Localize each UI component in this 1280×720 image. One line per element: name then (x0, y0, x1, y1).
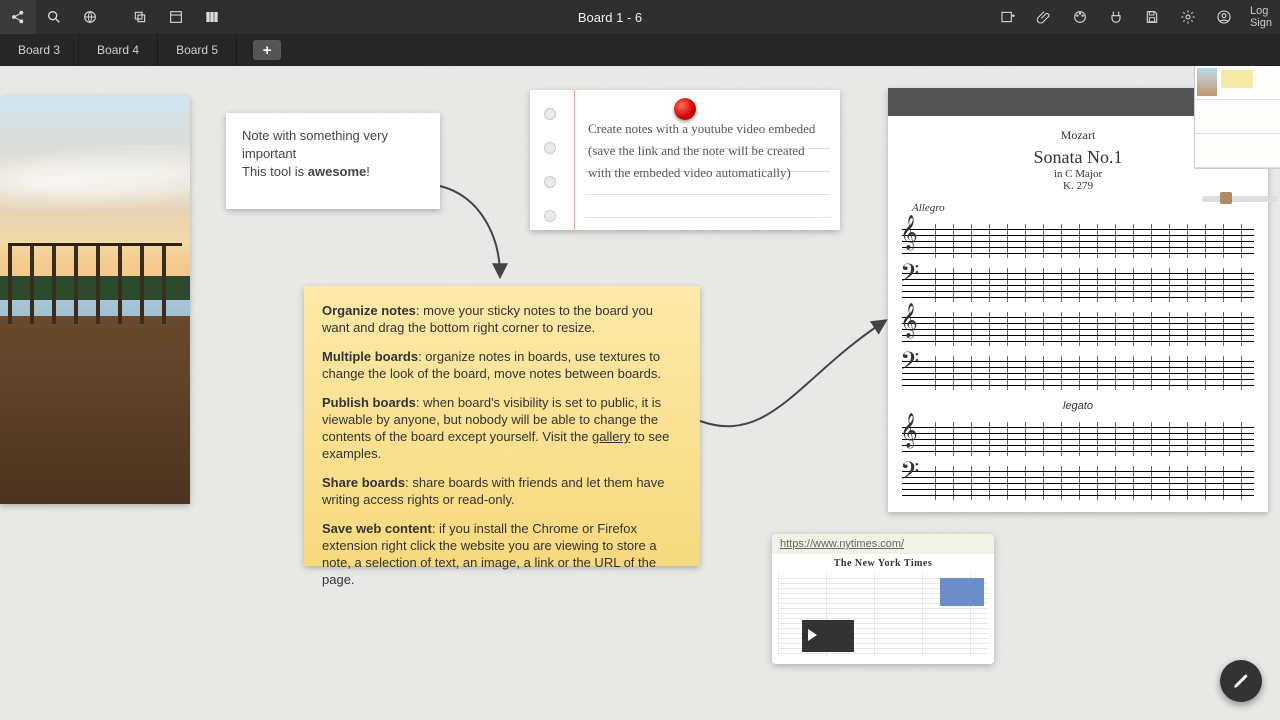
zoom-slider-handle[interactable] (1220, 192, 1232, 204)
login-link[interactable]: Log (1250, 5, 1272, 17)
text-note-line: This tool is awesome! (242, 163, 424, 181)
sticky-note-help[interactable]: Organize notes: move your sticky notes t… (304, 286, 700, 566)
share-icon[interactable] (0, 0, 36, 34)
board-minimap[interactable] (1194, 66, 1280, 169)
layout-icon[interactable] (158, 0, 194, 34)
auth-links[interactable]: Log Sign (1242, 5, 1280, 29)
score-staves: legato (888, 224, 1268, 520)
score-tempo: Allegro (912, 202, 1244, 214)
lined-note-text: Create notes with a youtube video embede… (588, 118, 828, 184)
account-icon[interactable] (1206, 0, 1242, 34)
copy-icon[interactable] (122, 0, 158, 34)
score-key: in C Major (908, 168, 1248, 180)
text-note-important[interactable]: Note with something very important This … (226, 113, 440, 209)
zoom-slider[interactable] (1202, 196, 1278, 202)
edit-fab[interactable] (1220, 660, 1262, 702)
board-title: Board 1 - 6 (230, 10, 990, 25)
save-icon[interactable] (1134, 0, 1170, 34)
globe-icon[interactable] (72, 0, 108, 34)
add-board-button[interactable]: + (253, 40, 281, 60)
board-tab[interactable]: Board 5 (158, 34, 237, 66)
board-tab[interactable]: Board 4 (79, 34, 158, 66)
image-note-pier[interactable] (0, 96, 190, 504)
text-note-line: Note with something very important (242, 127, 424, 163)
attachment-icon[interactable] (1026, 0, 1062, 34)
top-toolbar: Board 1 - 6 Log Sign (0, 0, 1280, 34)
webclip-url[interactable]: https://www.nytimes.com/ (772, 534, 994, 554)
score-dynamic: legato (902, 400, 1254, 412)
plugin-icon[interactable] (1098, 0, 1134, 34)
search-icon[interactable] (36, 0, 72, 34)
score-k-number: K. 279 (908, 180, 1248, 192)
board-tab-bar: Board 3 Board 4 Board 5 + (0, 34, 1280, 66)
gallery-link[interactable]: gallery (592, 429, 630, 444)
palette-icon[interactable] (1062, 0, 1098, 34)
add-note-icon[interactable] (990, 0, 1026, 34)
pushpin-icon (674, 98, 696, 120)
webclip-nytimes[interactable]: https://www.nytimes.com/ The New York Ti… (772, 534, 994, 664)
signup-link[interactable]: Sign (1250, 17, 1272, 29)
lined-paper-note[interactable]: Create notes with a youtube video embede… (530, 90, 840, 230)
board-canvas[interactable]: Note with something very important This … (0, 66, 1280, 720)
settings-icon[interactable] (1170, 0, 1206, 34)
board-tab[interactable]: Board 3 (0, 34, 79, 66)
webclip-masthead: The New York Times (772, 554, 994, 569)
columns-icon[interactable] (194, 0, 230, 34)
play-icon (802, 620, 854, 652)
